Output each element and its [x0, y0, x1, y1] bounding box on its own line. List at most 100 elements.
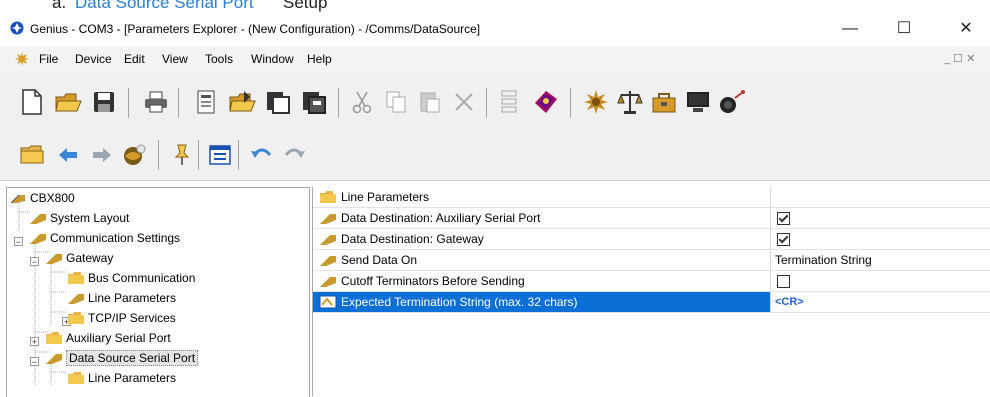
toolbar-separator [178, 88, 179, 118]
parameter-icon [320, 256, 336, 266]
network-icon[interactable] [716, 85, 748, 119]
toolbar-separator [198, 140, 199, 170]
receive-configuration-icon[interactable] [226, 85, 258, 119]
maximize-button[interactable]: ☐ [884, 16, 924, 42]
toolbar-separator [338, 88, 339, 118]
align-icon[interactable] [494, 85, 526, 119]
tree-node-system-layout[interactable]: System Layout [29, 208, 129, 228]
mdi-child-icon[interactable] [14, 51, 30, 67]
menu-help[interactable]: Help [307, 52, 332, 66]
tree-node-label: Bus Communication [88, 271, 196, 285]
tree-node-label: CBX800 [30, 191, 75, 205]
title-bar: Genius - COM3 - [Parameters Explorer - (… [0, 12, 990, 46]
toolbar-separator [570, 88, 571, 118]
undo-icon[interactable] [246, 138, 278, 172]
tree-node-tcpip-services[interactable]: TCP/IP Services [67, 308, 176, 328]
parameters-grid: Line Parameters Data Destination: Auxili… [312, 187, 990, 396]
parameter-value-cell [771, 229, 990, 249]
scale-icon[interactable] [614, 85, 646, 119]
book-icon[interactable] [530, 85, 562, 119]
monitor-icon[interactable] [682, 85, 714, 119]
tree-node-label: System Layout [50, 211, 130, 225]
parameter-icon [320, 214, 336, 224]
tree-node-bus-communication[interactable]: Bus Communication [67, 268, 195, 288]
toolbar-separator [128, 88, 129, 118]
menu-tools[interactable]: Tools [205, 52, 233, 66]
menu-device[interactable]: Device [75, 52, 112, 66]
parameter-name: Cutoff Terminators Before Sending [341, 274, 525, 288]
save-icon[interactable] [88, 85, 120, 119]
grid-row-send-data-on[interactable]: Send Data On Termination String [313, 250, 990, 271]
parameter-value-cell [771, 187, 990, 207]
device-icon [10, 194, 25, 204]
toolbar-separator [238, 140, 239, 170]
tree-node-cbx800[interactable]: CBX800 [9, 188, 75, 208]
tools-icon[interactable] [648, 85, 680, 119]
menu-window[interactable]: Window [251, 52, 294, 66]
tree-node-label: Communication Settings [50, 231, 181, 245]
navigation-toolbar [0, 132, 990, 181]
gateway-destination-checkbox[interactable] [777, 232, 790, 246]
parameter-name: Send Data On [341, 253, 418, 267]
delete-icon[interactable] [448, 85, 480, 119]
copy-icon[interactable] [380, 85, 412, 119]
collapse-icon[interactable]: − [30, 257, 39, 267]
auxiliary-destination-checkbox[interactable] [777, 211, 790, 225]
parameters-window-icon[interactable] [204, 138, 236, 172]
string-parameter-icon [319, 295, 337, 309]
tree-node-communication-settings[interactable]: Communication Settings [29, 228, 180, 248]
toolbar-separator [158, 140, 159, 170]
folder-icon[interactable] [16, 138, 48, 172]
tree-node-line-parameters-2[interactable]: Line Parameters [67, 368, 176, 388]
parameter-name-cell: Expected Termination String (max. 32 cha… [313, 292, 771, 312]
menu-view[interactable]: View [162, 52, 188, 66]
folder-icon [68, 372, 84, 384]
tree-node-gateway[interactable]: Gateway [45, 248, 113, 268]
cutoff-terminators-checkbox[interactable] [777, 274, 790, 288]
tree-node-data-source-serial-port[interactable]: Data Source Serial Port [45, 348, 199, 368]
minimize-button[interactable]: — [830, 16, 870, 42]
print-icon[interactable] [140, 85, 172, 119]
heading-link[interactable]: Data Source Serial Port [75, 0, 254, 12]
globe-icon[interactable] [118, 138, 150, 172]
parameter-name: Expected Termination String (max. 32 cha… [341, 295, 578, 309]
parameter-name-cell: Line Parameters [313, 187, 771, 207]
close-button[interactable]: ✕ [946, 16, 986, 42]
tree-node-line-parameters[interactable]: Line Parameters [67, 288, 176, 308]
grid-row-data-destination-gateway[interactable]: Data Destination: Gateway [313, 229, 990, 250]
collapse-icon[interactable]: − [14, 237, 23, 247]
grid-row-data-destination-auxiliary[interactable]: Data Destination: Auxiliary Serial Port [313, 208, 990, 229]
properties-icon[interactable] [190, 85, 222, 119]
tree-node-auxiliary-serial-port[interactable]: Auxiliary Serial Port [45, 328, 171, 348]
cut-icon[interactable] [346, 85, 378, 119]
new-document-icon[interactable] [16, 85, 48, 119]
menu-edit[interactable]: Edit [124, 52, 145, 66]
parameter-group-icon [46, 254, 62, 264]
parameter-value-cell[interactable]: <CR> [771, 292, 990, 312]
menu-file[interactable]: File [39, 52, 58, 66]
send-permanent-icon[interactable] [298, 85, 330, 119]
send-configuration-icon[interactable] [262, 85, 294, 119]
tree-node-label: Data Source Serial Port [66, 350, 199, 366]
back-arrow-icon[interactable] [52, 138, 84, 172]
grid-row-line-parameters[interactable]: Line Parameters [313, 187, 990, 208]
tree-node-label: TCP/IP Services [88, 311, 176, 325]
window-title: Genius - COM3 - [Parameters Explorer - (… [30, 22, 481, 36]
redo-icon[interactable] [278, 138, 310, 172]
paste-icon[interactable] [414, 85, 446, 119]
open-folder-icon[interactable] [52, 85, 84, 119]
grid-row-expected-termination-string[interactable]: Expected Termination String (max. 32 cha… [313, 292, 990, 313]
collapse-icon[interactable]: − [30, 357, 39, 367]
expand-icon[interactable]: + [30, 337, 39, 347]
forward-arrow-icon[interactable] [86, 138, 118, 172]
mdi-window-controls[interactable]: _ ☐ ✕ [944, 52, 975, 65]
parameter-value-cell[interactable]: Termination String [771, 250, 990, 270]
parameters-tree: CBX800 System Layout − Communication Set… [6, 187, 310, 397]
folder-icon [68, 312, 84, 324]
parameter-icon [320, 235, 336, 245]
grid-row-cutoff-terminators[interactable]: Cutoff Terminators Before Sending [313, 271, 990, 292]
parameter-group-icon [68, 294, 84, 304]
heading-label: a. [52, 0, 67, 12]
settings-icon[interactable] [580, 85, 612, 119]
pin-icon[interactable] [166, 138, 198, 172]
